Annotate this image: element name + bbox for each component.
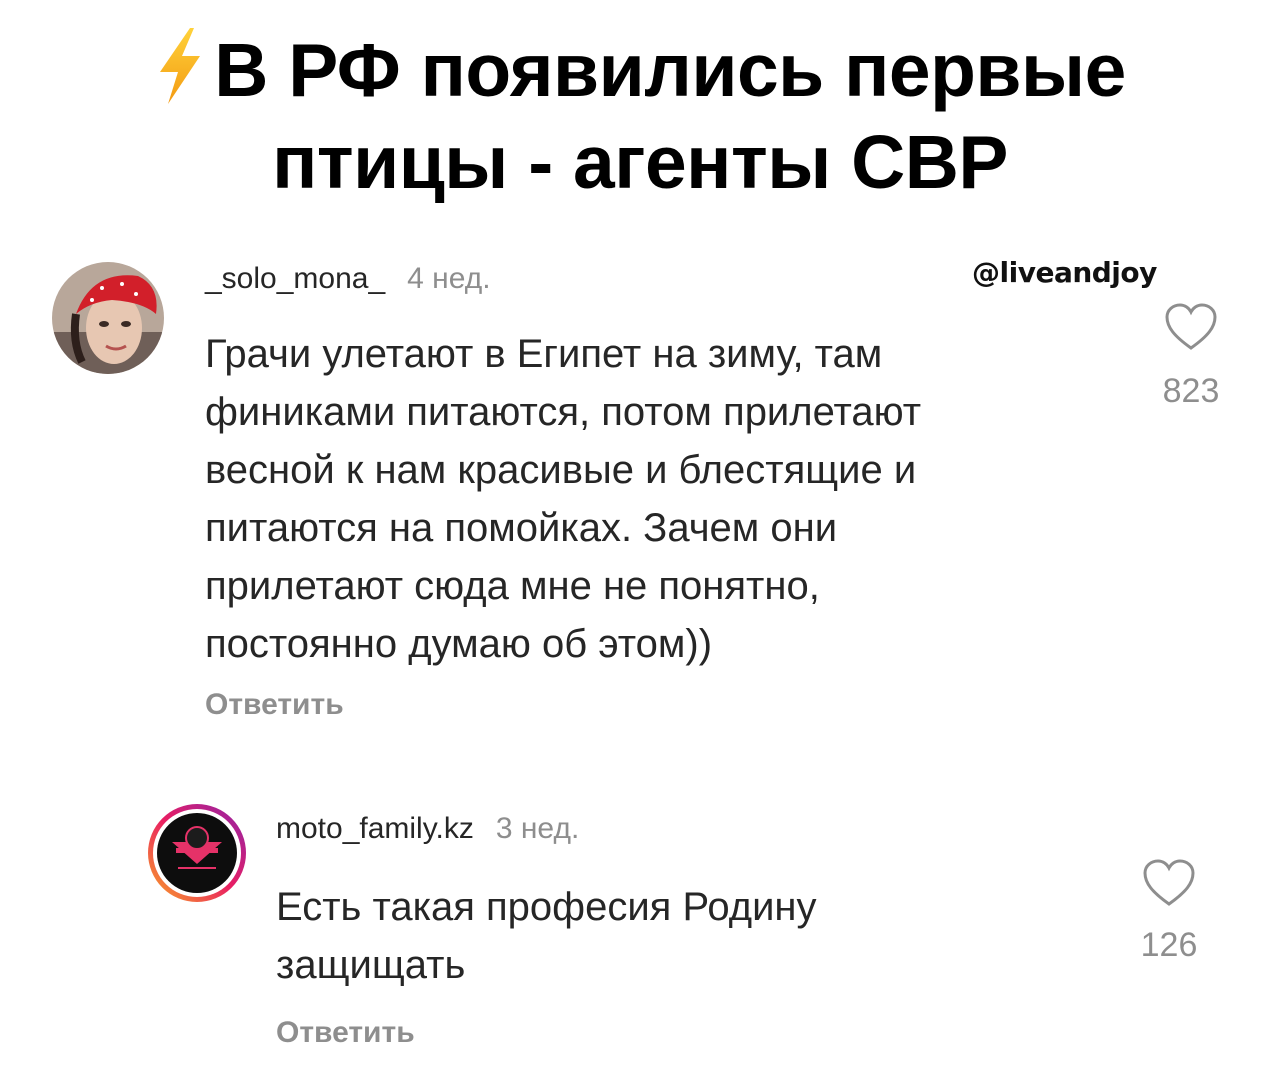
comment-line: защищать [276, 943, 466, 987]
comment-line: питаются на помойках. Зачем они [205, 506, 838, 550]
comment-line: постоянно думаю об этом)) [205, 622, 713, 666]
heart-outline-icon[interactable] [1164, 302, 1218, 357]
timestamp: 4 нед. [407, 262, 491, 295]
comment-header: _solo_mona_ 4 нед. [205, 262, 491, 296]
like-count: 823 [1162, 372, 1220, 410]
heart-outline-icon[interactable] [1142, 858, 1196, 913]
timestamp: 3 нед. [495, 812, 580, 845]
lightning-bolt-icon [154, 26, 206, 121]
avatar[interactable] [52, 262, 164, 374]
reply-button[interactable]: Ответить [205, 688, 344, 722]
comment-header: moto_family.kz 3 нед. [276, 812, 579, 846]
comment-line: финиками питаются, потом прилетают [205, 390, 922, 434]
comment-line: Есть такая професия Родину [276, 885, 817, 929]
username[interactable]: moto_family.kz [276, 812, 474, 845]
comment-text: Грачи улетают в Египет на зиму, там фини… [205, 325, 921, 673]
username[interactable]: _solo_mona_ [205, 262, 385, 295]
comment-line: прилетают сюда мне не понятно, [205, 564, 820, 608]
headline-line-2: птицы - агенты СВР [272, 120, 1008, 204]
avatar-with-story-ring[interactable] [146, 802, 248, 904]
headline-line-1: В РФ появились первые [0, 26, 1280, 121]
headline: В РФ появились первые птицы - агенты СВР [0, 26, 1280, 203]
watermark: @liveandjoy [972, 256, 1157, 289]
reply-button[interactable]: Ответить [276, 1016, 415, 1050]
comment-line: Грачи улетают в Египет на зиму, там [205, 332, 883, 376]
like-count: 126 [1140, 926, 1198, 964]
comment-text: Есть такая професия Родину защищать [276, 878, 817, 994]
headline-text-1: В РФ появились первые [214, 28, 1126, 112]
comment-line: весной к нам красивые и блестящие и [205, 448, 917, 492]
